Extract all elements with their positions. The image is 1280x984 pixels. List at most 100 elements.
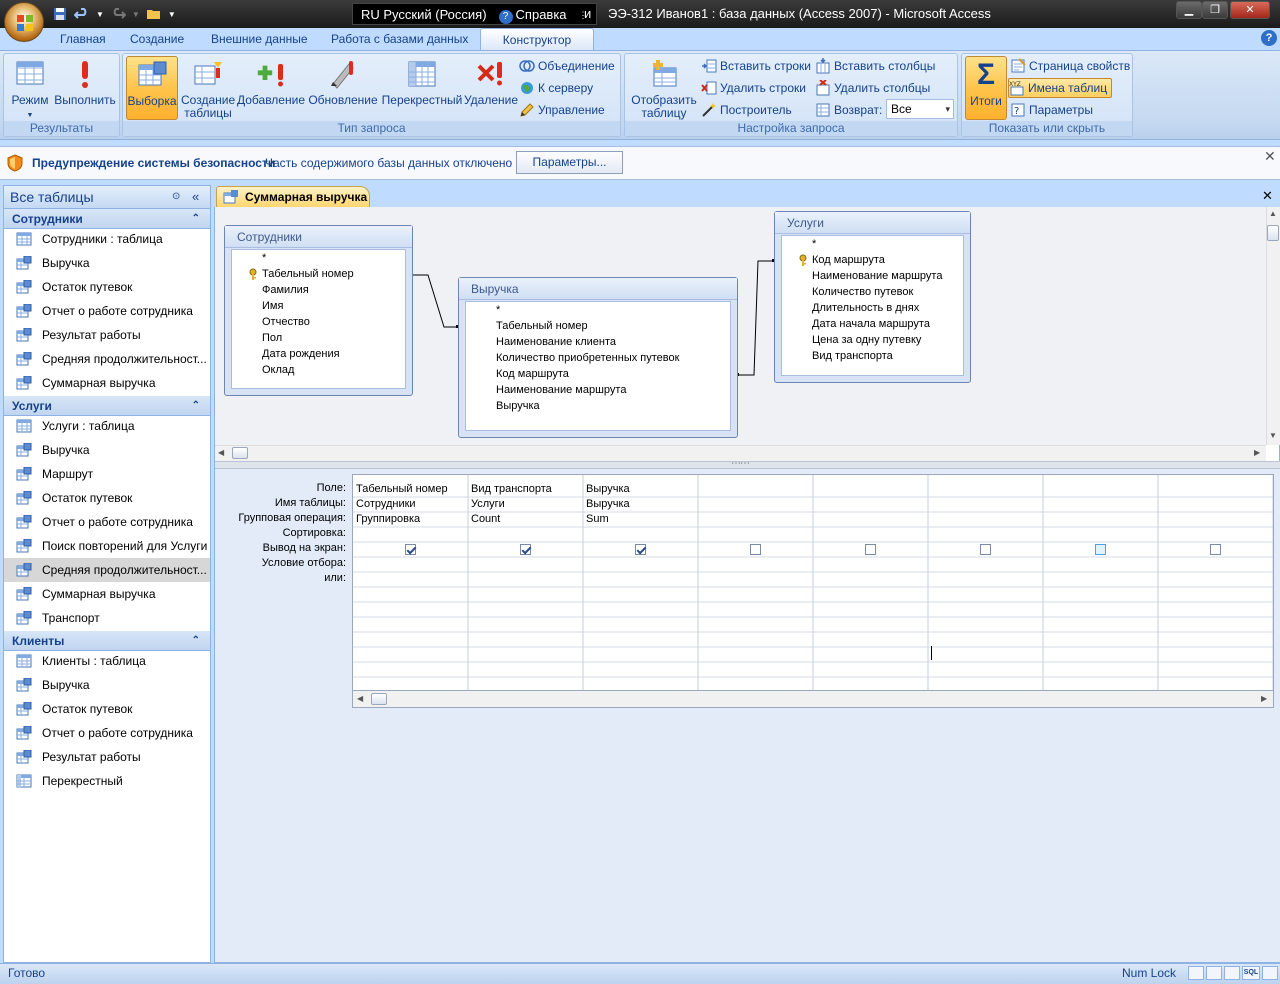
restore-button[interactable]: ❐ (1202, 1, 1228, 19)
grid-cell-table[interactable] (813, 497, 926, 512)
nav-item[interactable]: Выручка (4, 251, 210, 275)
crosstab-button[interactable]: Перекрестный (381, 56, 463, 120)
security-close-icon[interactable]: ✕ (1264, 148, 1276, 165)
nav-item[interactable]: Остаток путевок (4, 275, 210, 299)
open-folder-icon[interactable] (146, 6, 162, 22)
nav-item[interactable]: Клиенты : таблица (4, 649, 210, 673)
delete-rows-button[interactable]: Удалить строки (701, 78, 806, 98)
nav-item[interactable]: Остаток путевок (4, 697, 210, 721)
undo-dropdown-icon[interactable]: ▼ (96, 10, 104, 19)
nav-item[interactable]: Отчет о работе сотрудника (4, 721, 210, 745)
field-list-item[interactable]: Наименование маршрута (782, 268, 963, 284)
upper-vertical-scrollbar[interactable]: ▲ ▼ (1266, 207, 1280, 445)
update-button[interactable]: Обновление (307, 56, 379, 120)
hscroll-thumb[interactable] (232, 447, 248, 459)
field-list-item[interactable]: Длительность в днях (782, 300, 963, 316)
close-button[interactable]: ✕ (1230, 1, 1270, 19)
grid-cell-total[interactable] (698, 512, 811, 527)
redo-dropdown-icon[interactable]: ▼ (132, 10, 140, 19)
field-list-services[interactable]: Услуги * Код маршрута Наименование маршрут… (774, 211, 971, 383)
field-list-item[interactable]: Количество путевок (782, 284, 963, 300)
nav-item[interactable]: Сотрудники : таблица (4, 227, 210, 251)
property-sheet-button[interactable]: Страница свойств (1010, 56, 1130, 76)
union-button[interactable]: Объединение (519, 56, 615, 76)
grid-cell-table[interactable]: Сотрудники (353, 497, 466, 512)
minimize-button[interactable]: ▁ (1176, 1, 1202, 19)
language-bar[interactable]: RU Русский (Россия) ? Справка ⋮ (352, 3, 597, 25)
select-query-button[interactable]: Выборка (126, 56, 178, 120)
nav-group-header[interactable]: Клиенты ⌃ (4, 631, 210, 651)
redo-icon[interactable] (110, 6, 126, 22)
field-list-body[interactable]: * Код маршрута Наименование маршрута Количе… (781, 235, 964, 376)
help-label[interactable]: ? Справка (498, 4, 567, 24)
nav-item[interactable]: Отчет о работе сотрудника (4, 299, 210, 323)
show-checkbox[interactable] (865, 544, 876, 555)
totals-button[interactable]: Σ Итоги (965, 56, 1007, 120)
nav-pane-header[interactable]: Все таблицы ⊙ « (3, 185, 211, 209)
pivot-table-view-button[interactable] (1206, 966, 1222, 980)
field-list-item[interactable]: Пол (232, 330, 405, 346)
field-list-item[interactable]: Табельный номер (466, 318, 730, 334)
field-list-item[interactable]: Дата рождения (232, 346, 405, 362)
field-list-item[interactable]: Количество приобретенных путевок (466, 350, 730, 366)
scroll-left-icon[interactable]: ◀ (218, 448, 224, 457)
security-options-button[interactable]: Параметры... (516, 151, 623, 174)
field-list-item[interactable]: Цена за одну путевку (782, 332, 963, 348)
save-icon[interactable] (52, 6, 68, 22)
field-list-item[interactable]: Имя (232, 298, 405, 314)
tab-external-data[interactable]: Внешние данные (201, 28, 318, 50)
splitter-grip-icon[interactable]: ⋯⋯ (731, 458, 750, 469)
nav-item[interactable]: Услуги : таблица (4, 414, 210, 438)
document-tab-summary-revenue[interactable]: Суммарная выручка (216, 186, 370, 207)
field-list-title[interactable]: Выручка (459, 278, 737, 300)
grid-cell-table[interactable] (928, 497, 1041, 512)
nav-item[interactable]: Отчет о работе сотрудника (4, 510, 210, 534)
language-indicator[interactable]: RU Русский (Россия) (361, 4, 487, 24)
data-definition-button[interactable]: Управление (519, 100, 605, 120)
nav-item[interactable]: Средняя продолжительност... (4, 558, 210, 582)
collapse-chevron-icon[interactable]: ⌃ (192, 209, 200, 229)
design-view-button[interactable] (1262, 966, 1278, 980)
grid-cell-table[interactable] (1043, 497, 1156, 512)
undo-icon[interactable] (74, 6, 90, 22)
make-table-button[interactable]: Создание таблицы (181, 56, 235, 120)
grid-scroll-right-icon[interactable]: ▶ (1261, 694, 1267, 703)
grid-cell-field[interactable]: Табельный номер (353, 482, 466, 497)
grid-cell-total[interactable] (1043, 512, 1156, 527)
nav-group-header[interactable]: Сотрудники ⌃ (4, 209, 210, 229)
combo-dropdown-icon[interactable]: ▾ (945, 100, 950, 118)
field-list-item[interactable]: Выручка (466, 398, 730, 414)
customize-qat-icon[interactable]: ▼ (168, 10, 176, 19)
pass-through-button[interactable]: К серверу (519, 78, 593, 98)
field-list-item[interactable]: Фамилия (232, 282, 405, 298)
grid-cell-total[interactable]: Sum (583, 512, 696, 527)
show-checkbox[interactable] (980, 544, 991, 555)
nav-item[interactable]: Результат работы (4, 745, 210, 769)
insert-columns-button[interactable]: Вставить столбцы (815, 56, 935, 76)
field-list-item[interactable]: Наименование маршрута (466, 382, 730, 398)
nav-item[interactable]: Выручка (4, 673, 210, 697)
pane-splitter[interactable]: ⋯⋯ (215, 458, 1280, 469)
show-checkbox[interactable] (635, 544, 646, 555)
tab-create[interactable]: Создание (120, 28, 194, 50)
grid-hscroll-thumb[interactable] (371, 693, 387, 705)
delete-query-button[interactable]: Удаление (463, 56, 519, 120)
nav-collapse-icon[interactable]: « (192, 186, 199, 208)
pivot-chart-view-button[interactable] (1224, 966, 1240, 980)
field-list-title[interactable]: Сотрудники (225, 226, 412, 248)
show-checkbox[interactable] (1095, 544, 1106, 555)
field-list-item[interactable]: Код маршрута (782, 252, 963, 268)
query-design-grid[interactable]: Табельный номер Сотрудники Группировка Вид … (352, 474, 1274, 691)
delete-columns-button[interactable]: Удалить столбцы (815, 78, 930, 98)
nav-group-header[interactable]: Услуги ⌃ (4, 396, 210, 416)
vscroll-thumb[interactable] (1267, 225, 1279, 241)
field-list-item[interactable]: Табельный номер (232, 266, 405, 282)
field-list-body[interactable]: * Табельный номер Фамилия Имя Отчество Пол Дат… (231, 249, 406, 389)
show-checkbox[interactable] (405, 544, 416, 555)
return-combobox[interactable]: Все ▾ (886, 99, 954, 119)
grid-cell-field[interactable] (813, 482, 926, 497)
grid-horizontal-scrollbar[interactable]: ◀ ▶ (352, 691, 1274, 708)
grid-cell-total[interactable] (1158, 512, 1271, 527)
grid-cell-field[interactable] (698, 482, 811, 497)
scroll-down-icon[interactable]: ▼ (1269, 431, 1277, 440)
